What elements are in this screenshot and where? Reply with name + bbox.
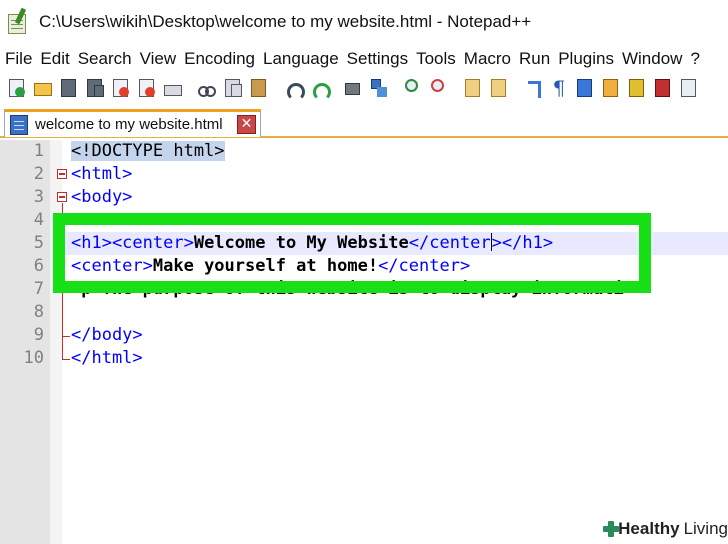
watermark-bold-text: Healthy bbox=[618, 519, 680, 538]
menu-search[interactable]: Search bbox=[74, 49, 136, 69]
menu-encoding[interactable]: Encoding bbox=[180, 49, 259, 69]
open-file-icon[interactable] bbox=[32, 77, 54, 99]
new-file-icon[interactable] bbox=[6, 77, 28, 99]
code-line-2: <html> bbox=[71, 163, 728, 186]
file-icon bbox=[10, 114, 28, 135]
copy-icon[interactable] bbox=[222, 77, 244, 99]
menu-macro[interactable]: Macro bbox=[460, 49, 515, 69]
function-list-icon[interactable] bbox=[678, 77, 700, 99]
menu-run[interactable]: Run bbox=[515, 49, 554, 69]
toolbar: ¶ bbox=[0, 73, 728, 103]
undo-icon[interactable] bbox=[282, 77, 305, 101]
body-open-tag: <body> bbox=[71, 187, 133, 207]
close-icon[interactable] bbox=[110, 77, 132, 99]
green-highlight-box bbox=[53, 213, 651, 293]
line-number: 4 bbox=[33, 210, 44, 230]
replace-icon[interactable] bbox=[368, 77, 390, 99]
tab-welcome-to-my-website[interactable]: welcome to my website.html ✕ bbox=[4, 109, 261, 137]
redo-icon[interactable] bbox=[308, 77, 331, 101]
window-title: C:\Users\wikih\Desktop\welcome to my web… bbox=[39, 12, 532, 31]
print-icon[interactable] bbox=[162, 77, 184, 99]
zoom-in-icon[interactable] bbox=[402, 77, 424, 99]
body-close-tag: </body> bbox=[71, 325, 143, 345]
indent-guide-icon[interactable] bbox=[574, 77, 596, 99]
menu-bar: File Edit Search View Encoding Language … bbox=[0, 46, 728, 72]
menu-help[interactable]: ? bbox=[686, 49, 703, 69]
line-number: 1 bbox=[33, 141, 44, 161]
fold-end-html bbox=[62, 359, 70, 360]
line-number: 8 bbox=[33, 302, 44, 322]
menu-plugins[interactable]: Plugins bbox=[554, 49, 618, 69]
editor[interactable]: 1 2 3 4 5 6 7 8 9 10 <!DOCTYPE html> <ht… bbox=[0, 140, 728, 544]
code-line-10: </html> bbox=[71, 347, 728, 370]
sync-horizontal-icon[interactable] bbox=[488, 77, 510, 99]
doctype-token: <!DOCTYPE html> bbox=[71, 141, 225, 161]
fold-line bbox=[62, 336, 63, 359]
user-defined-language-icon[interactable] bbox=[626, 77, 648, 99]
fold-end-body bbox=[62, 336, 70, 337]
html-close-tag: </html> bbox=[71, 348, 143, 368]
notepad-plus-plus-app-icon bbox=[6, 7, 30, 36]
menu-window[interactable]: Window bbox=[618, 49, 686, 69]
menu-tools[interactable]: Tools bbox=[412, 49, 460, 69]
code-line-1: <!DOCTYPE html> bbox=[71, 140, 728, 163]
menu-file[interactable]: File bbox=[0, 49, 36, 69]
code-line-3: <body> bbox=[71, 186, 728, 209]
show-all-chars-icon[interactable]: ¶ bbox=[548, 77, 570, 99]
line-number: 9 bbox=[33, 325, 44, 345]
line-number: 3 bbox=[33, 187, 44, 207]
close-all-icon[interactable] bbox=[136, 77, 158, 99]
paste-icon[interactable] bbox=[248, 77, 270, 99]
line-number: 7 bbox=[33, 279, 44, 299]
language-icon[interactable] bbox=[600, 77, 622, 99]
plus-logo-icon bbox=[602, 520, 620, 538]
line-number: 2 bbox=[33, 164, 44, 184]
code-line-9: </body> bbox=[71, 324, 728, 347]
document-map-icon[interactable] bbox=[652, 77, 674, 99]
save-all-icon[interactable] bbox=[84, 77, 106, 99]
menu-edit[interactable]: Edit bbox=[36, 49, 73, 69]
menu-language[interactable]: Language bbox=[259, 49, 343, 69]
sync-vertical-icon[interactable] bbox=[462, 77, 484, 99]
line-number: 5 bbox=[33, 233, 44, 253]
zoom-out-icon[interactable] bbox=[428, 77, 450, 99]
watermark-regular-text: Living bbox=[683, 519, 728, 538]
word-wrap-icon[interactable] bbox=[522, 77, 544, 99]
title-bar: C:\Users\wikih\Desktop\welcome to my web… bbox=[0, 0, 728, 44]
tab-bar: welcome to my website.html ✕ bbox=[0, 106, 728, 138]
menu-settings[interactable]: Settings bbox=[343, 49, 412, 69]
fold-html-toggle[interactable] bbox=[57, 169, 67, 179]
close-tab-icon[interactable]: ✕ bbox=[237, 115, 256, 134]
line-number: 10 bbox=[23, 348, 44, 368]
find-icon[interactable] bbox=[342, 77, 364, 99]
menu-view[interactable]: View bbox=[136, 49, 181, 69]
tab-label: welcome to my website.html bbox=[35, 116, 223, 133]
save-icon[interactable] bbox=[58, 77, 80, 99]
cut-icon[interactable] bbox=[196, 77, 218, 99]
healthy-living-watermark: Healthy Living bbox=[596, 514, 728, 544]
fold-body-toggle[interactable] bbox=[57, 192, 67, 202]
line-number: 6 bbox=[33, 256, 44, 276]
line-numbers: 1 2 3 4 5 6 7 8 9 10 bbox=[0, 140, 44, 370]
html-open-tag: <html> bbox=[71, 164, 133, 184]
